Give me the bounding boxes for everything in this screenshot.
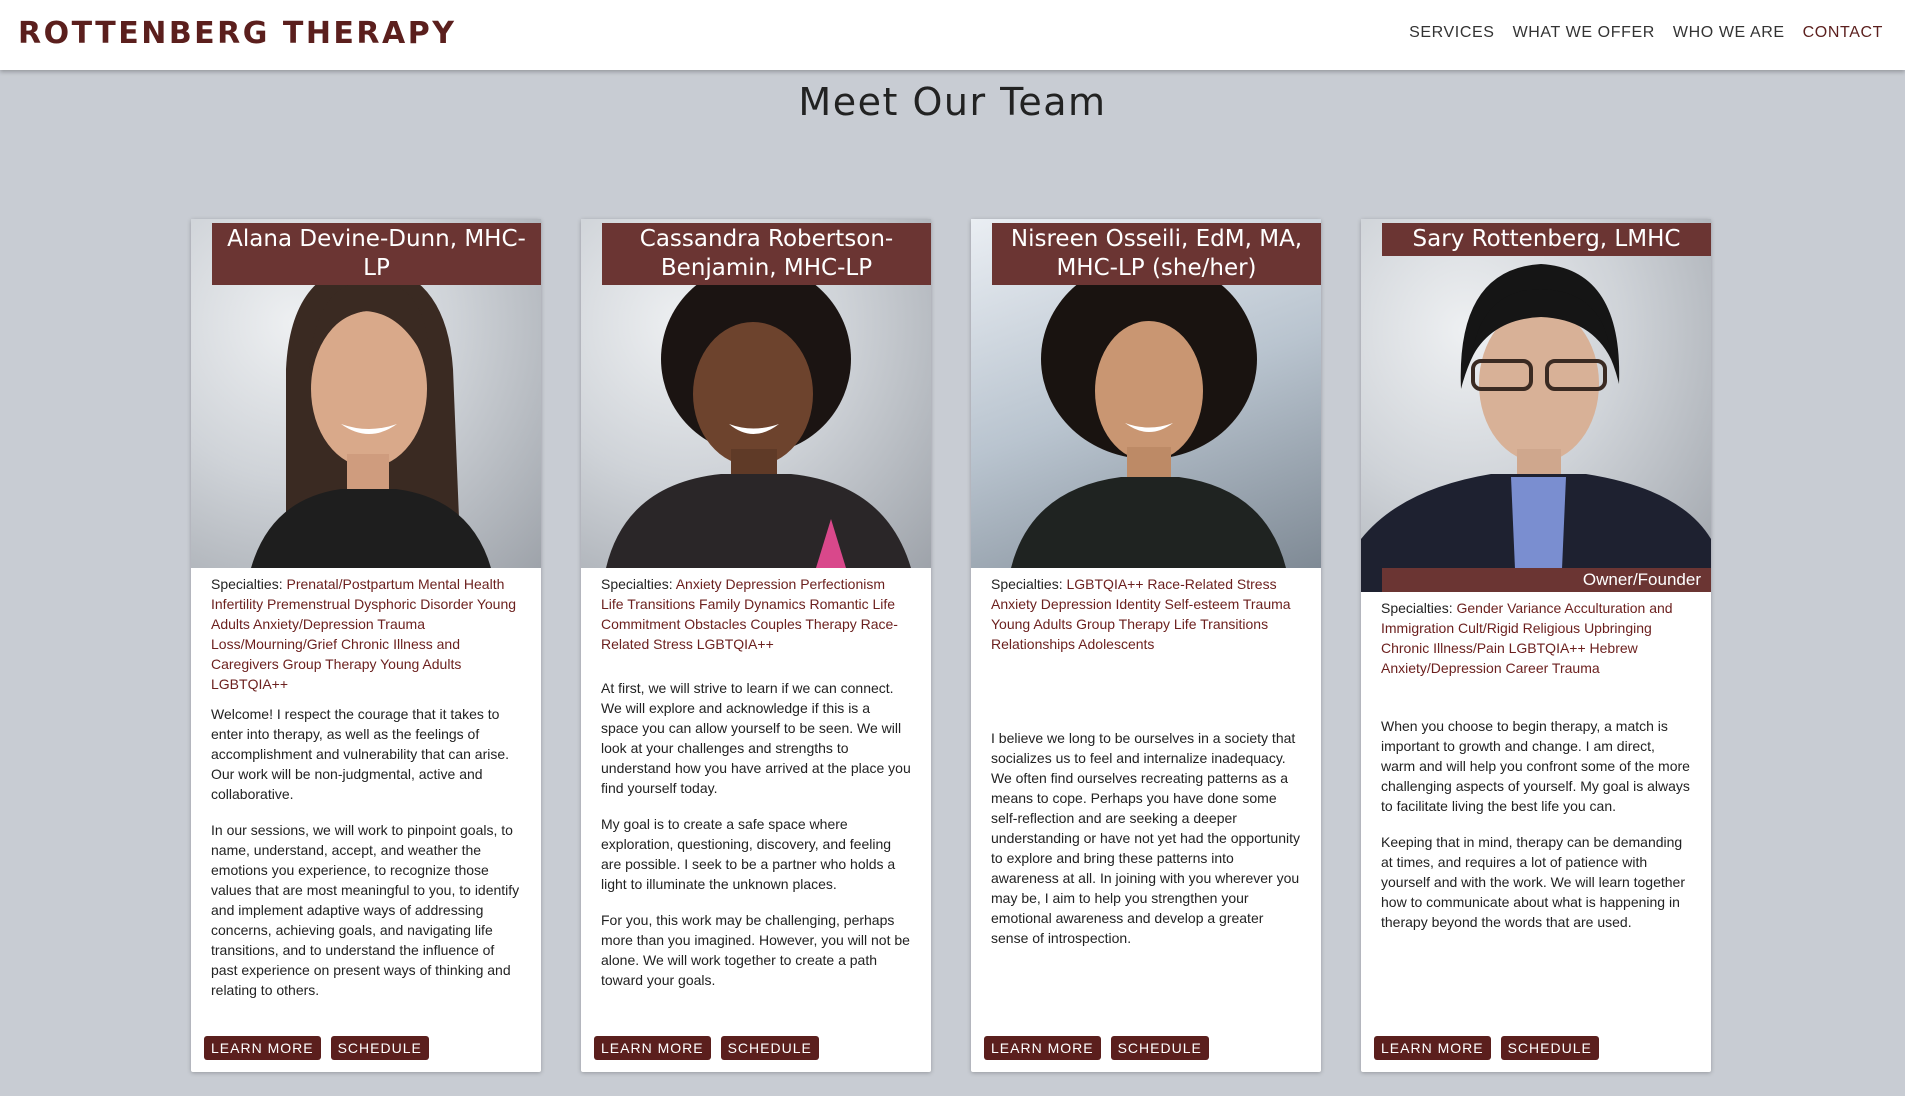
specialties-label: Specialties: [601, 576, 673, 592]
team-card-cassandra: Cassandra Robertson-Benjamin, MHC-LP Spe… [581, 219, 931, 1072]
member-role: Owner/Founder [1382, 568, 1711, 592]
specialties-label: Specialties: [991, 576, 1063, 592]
team-card-alana: Alana Devine-Dunn, MHC-LP Specialties: P… [191, 219, 541, 1072]
schedule-button[interactable]: SCHEDULE [330, 1036, 429, 1060]
team-photo: Cassandra Robertson-Benjamin, MHC-LP [581, 219, 931, 568]
specialties-label: Specialties: [1381, 600, 1453, 616]
member-name: Sary Rottenberg, LMHC [1382, 223, 1711, 256]
learn-more-button[interactable]: LEARN MORE [1374, 1036, 1491, 1060]
specialties: Specialties: Prenatal/Postpartum Mental … [211, 574, 521, 694]
schedule-button[interactable]: SCHEDULE [720, 1036, 819, 1060]
nav-who-we-are[interactable]: WHO WE ARE [1673, 24, 1785, 42]
bio-paragraph: In our sessions, we will work to pinpoin… [211, 822, 520, 998]
specialties: Specialties: Anxiety Depression Perfecti… [601, 574, 911, 654]
page-title: Meet Our Team [798, 80, 1107, 124]
member-bio: At first, we will strive to learn if we … [601, 678, 911, 990]
nav-contact[interactable]: CONTACT [1803, 24, 1883, 42]
portrait-image [1361, 264, 1711, 592]
bio-paragraph: Welcome! I respect the courage that it t… [211, 706, 510, 802]
bio-paragraph: I believe we long to be ourselves in a s… [991, 730, 1300, 946]
page-scrollbar[interactable] [1895, 70, 1905, 1096]
team-card-sary: Sary Rottenberg, LMHC Owner/Founder Spec… [1361, 219, 1711, 1072]
team-photo: Alana Devine-Dunn, MHC-LP [191, 219, 541, 568]
learn-more-button[interactable]: LEARN MORE [204, 1036, 321, 1060]
specialties-label: Specialties: [211, 576, 283, 592]
specialties: Specialties: LGBTQIA++ Race-Related Stre… [991, 574, 1301, 654]
member-bio: Welcome! I respect the courage that it t… [211, 704, 521, 1000]
specialties-list: Prenatal/Postpartum Mental Health Infert… [211, 576, 517, 692]
member-name: Alana Devine-Dunn, MHC-LP [212, 223, 541, 285]
nav-what-we-offer[interactable]: WHAT WE OFFER [1513, 24, 1655, 42]
site-header: ROTTENBERG THERAPY SERVICES WHAT WE OFFE… [0, 0, 1905, 70]
learn-more-button[interactable]: LEARN MORE [594, 1036, 711, 1060]
schedule-button[interactable]: SCHEDULE [1110, 1036, 1209, 1060]
team-photo: Nisreen Osseili, EdM, MA, MHC-LP (she/he… [971, 219, 1321, 568]
nav-services[interactable]: SERVICES [1409, 24, 1494, 42]
main-nav: SERVICES WHAT WE OFFER WHO WE ARE CONTAC… [1409, 24, 1883, 42]
member-name: Nisreen Osseili, EdM, MA, MHC-LP (she/he… [992, 223, 1321, 285]
member-bio: I believe we long to be ourselves in a s… [991, 728, 1301, 948]
bio-paragraph: For you, this work may be challenging, p… [601, 912, 910, 988]
bio-paragraph: Keeping that in mind, therapy can be dem… [1381, 834, 1685, 930]
learn-more-button[interactable]: LEARN MORE [984, 1036, 1101, 1060]
bio-paragraph: When you choose to begin therapy, a matc… [1381, 718, 1690, 814]
brand-logo[interactable]: ROTTENBERG THERAPY [18, 16, 456, 51]
schedule-button[interactable]: SCHEDULE [1500, 1036, 1599, 1060]
bio-paragraph: At first, we will strive to learn if we … [601, 680, 911, 796]
team-photo: Sary Rottenberg, LMHC Owner/Founder [1361, 219, 1711, 592]
bio-paragraph: My goal is to create a safe space where … [601, 816, 896, 892]
specialties: Specialties: Gender Variance Acculturati… [1381, 598, 1691, 678]
team-card-nisreen: Nisreen Osseili, EdM, MA, MHC-LP (she/he… [971, 219, 1321, 1072]
member-bio: When you choose to begin therapy, a matc… [1381, 716, 1691, 932]
member-name: Cassandra Robertson-Benjamin, MHC-LP [602, 223, 931, 285]
